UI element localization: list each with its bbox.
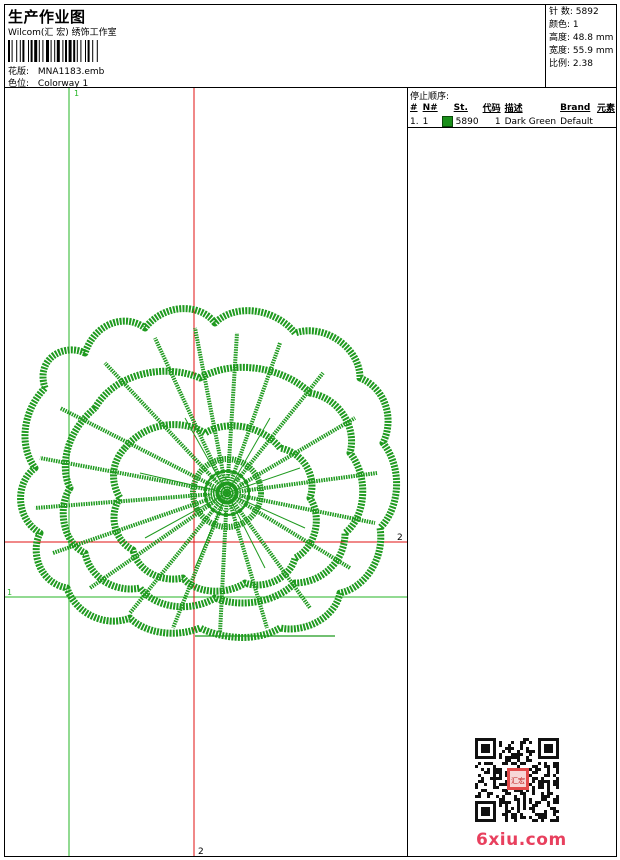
header: 生产作业图 Wilcom(汇 宏) 绣饰工作室 花版: MNA1183.emb …	[4, 4, 617, 89]
col-stitches: St.	[453, 102, 468, 113]
stat-stitches: 针 数: 5892	[549, 7, 599, 17]
design-canvas[interactable]: 1 1 2 2	[5, 88, 408, 856]
col-code: 代码	[482, 104, 501, 114]
col-element: 元素	[596, 104, 615, 114]
stat-scale: 比例: 2.38	[549, 59, 593, 69]
embroidery-drawing: 1 1 2 2	[5, 88, 407, 856]
panel-divider	[408, 127, 616, 128]
stat-width: 宽度: 55.9 mm	[549, 46, 614, 56]
table-header-row: # N# St. 代码 描述 Brand 元素	[408, 100, 617, 115]
stats-box: 针 数: 5892 颜色: 1 高度: 48.8 mm 宽度: 55.9 mm …	[545, 4, 617, 87]
seal-logo-icon: 汇宏	[511, 776, 525, 785]
col-number: #	[410, 102, 418, 113]
stop-sequence-table: # N# St. 代码 描述 Brand 元素 1. 1 5890 1 Dark…	[408, 100, 617, 128]
col-description: 描述	[504, 104, 523, 114]
red-guide-label-right: 2	[397, 533, 403, 543]
color-swatch-icon	[441, 116, 453, 127]
studio-name: Wilcom(汇 宏) 绣饰工作室	[8, 28, 117, 38]
green-guide-label-left: 1	[7, 588, 12, 597]
stat-colors: 颜色: 1	[549, 20, 579, 30]
watermark-logo: 6xiu.com	[476, 830, 567, 850]
page-title: 生产作业图	[8, 8, 86, 26]
red-guide-label-bottom: 2	[198, 847, 204, 856]
col-brand: Brand	[560, 102, 591, 113]
barcode-icon	[8, 40, 98, 62]
qr-code-icon: 汇宏	[475, 738, 565, 822]
stat-height: 高度: 48.8 mm	[549, 33, 614, 43]
col-needle: N#	[422, 102, 438, 113]
green-guide-label-top: 1	[74, 89, 79, 98]
